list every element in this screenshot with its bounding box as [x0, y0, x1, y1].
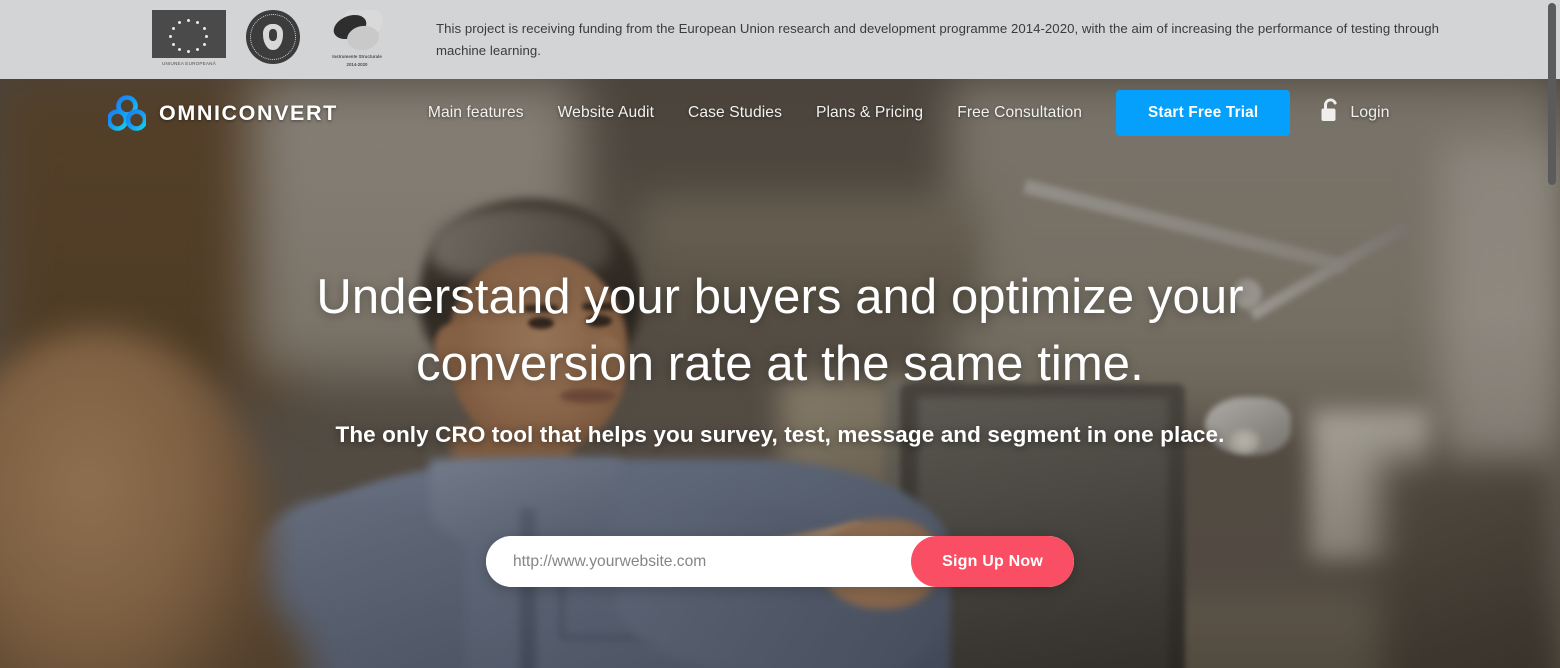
romanian-seal-icon	[246, 10, 300, 65]
structural-instruments-logo: Instrumente Structurale 2014-2020	[320, 10, 394, 68]
start-free-trial-button[interactable]: Start Free Trial	[1116, 90, 1291, 136]
structural-instruments-caption-line2: 2014-2020	[346, 62, 368, 68]
hero-headline-line2: conversion rate at the same time.	[416, 337, 1144, 391]
scrollbar-thumb[interactable]	[1548, 3, 1556, 185]
eu-funding-logos: UNIUNEA EUROPEANĂ GUVERNUL ROMÂNIEI Inst…	[152, 6, 394, 73]
brand-logo[interactable]: OMNICONVERT	[106, 95, 338, 131]
nav-item-main-features[interactable]: Main features	[428, 104, 524, 122]
nav-item-case-studies[interactable]: Case Studies	[688, 104, 782, 122]
nav-item-website-audit[interactable]: Website Audit	[558, 104, 654, 122]
hero-content: Understand your buyers and optimize your…	[0, 79, 1560, 668]
hero-subheadline: The only CRO tool that helps you survey,…	[335, 422, 1225, 447]
login-label: Login	[1350, 104, 1390, 121]
eu-flag-logo: UNIUNEA EUROPEANĂ	[152, 10, 226, 67]
nav-item-free-consultation[interactable]: Free Consultation	[957, 104, 1082, 122]
sign-up-now-button[interactable]: Sign Up Now	[911, 536, 1074, 587]
open-padlock-icon	[1320, 98, 1341, 128]
structural-instruments-caption-line1: Instrumente Structurale	[332, 54, 382, 60]
eu-funding-text: This project is receiving funding from t…	[436, 20, 1439, 58]
vertical-scrollbar[interactable]	[1545, 0, 1560, 668]
structural-instruments-icon	[331, 10, 383, 53]
hero-headline: Understand your buyers and optimize your…	[280, 264, 1280, 398]
main-navigation: OMNICONVERT Main features Website Audit …	[0, 79, 1560, 147]
romanian-government-seal: GUVERNUL ROMÂNIEI	[244, 10, 302, 73]
nav-links: Main features Website Audit Case Studies…	[428, 104, 1082, 122]
eu-flag-icon	[152, 10, 226, 59]
hero-headline-line1: Understand your buyers and optimize your	[316, 270, 1244, 324]
eu-flag-caption: UNIUNEA EUROPEANĂ	[162, 61, 216, 67]
signup-form: Sign Up Now	[486, 536, 1074, 587]
nav-item-plans-pricing[interactable]: Plans & Pricing	[816, 104, 923, 122]
three-circles-logo-icon	[106, 95, 148, 131]
hero-section: OMNICONVERT Main features Website Audit …	[0, 79, 1560, 668]
eu-funding-banner: UNIUNEA EUROPEANĂ GUVERNUL ROMÂNIEI Inst…	[0, 0, 1560, 79]
login-link[interactable]: Login	[1320, 98, 1390, 128]
brand-name: OMNICONVERT	[159, 100, 338, 125]
website-url-input[interactable]	[486, 536, 912, 587]
